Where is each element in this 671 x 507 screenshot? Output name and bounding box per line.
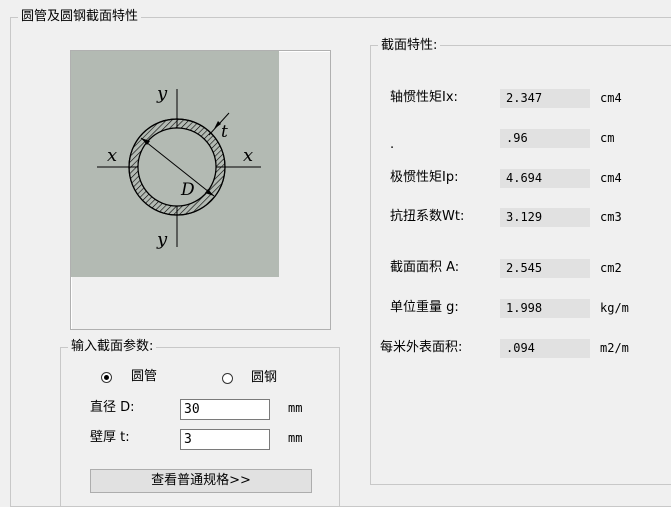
radio-tube[interactable] [101, 372, 112, 383]
property-label-radius: . [390, 137, 395, 152]
property-label-wt: 抗扭系数Wt: [390, 209, 465, 224]
diameter-unit: mm [288, 401, 303, 415]
thickness-label: 壁厚 t: [90, 430, 130, 445]
diameter-label: D [180, 180, 195, 200]
property-unit-wt: cm3 [600, 210, 622, 224]
y-bottom-label: y [156, 229, 168, 250]
thickness-unit: mm [288, 431, 303, 445]
property-value-area: 2.545 [500, 259, 590, 278]
property-value-weight: 1.998 [500, 299, 590, 318]
property-value-ix: 2.347 [500, 89, 590, 108]
property-unit-surface: m2/m [600, 341, 629, 355]
property-label-surface: 每米外表面积: [380, 340, 463, 355]
x-left-label: x [107, 145, 117, 166]
property-label-ix: 轴惯性矩Ix: [390, 90, 458, 105]
property-unit-weight: kg/m [600, 301, 629, 315]
y-top-label: y [156, 83, 168, 104]
view-spec-button[interactable]: 查看普通规格>> [90, 469, 312, 493]
figure-frame: y y x x t D [70, 50, 331, 330]
property-unit-radius: cm [600, 131, 615, 145]
property-value-radius: .96 [500, 129, 590, 148]
main-group-title: 圆管及圆钢截面特性 [18, 9, 142, 25]
property-value-wt: 3.129 [500, 208, 590, 227]
property-unit-ip: cm4 [600, 171, 622, 185]
property-value-surface: .094 [500, 339, 590, 358]
radio-bar[interactable] [222, 373, 233, 384]
property-unit-area: cm2 [600, 261, 622, 275]
property-label-weight: 单位重量 g: [390, 300, 459, 315]
property-value-ip: 4.694 [500, 169, 590, 188]
thickness-label: t [221, 122, 228, 142]
tube-section-diagram: y y x x t D [97, 83, 261, 250]
input-group-title: 输入截面参数: [68, 339, 157, 355]
properties-group-title: 截面特性: [378, 38, 441, 54]
property-unit-ix: cm4 [600, 91, 622, 105]
thickness-input[interactable]: 3 [180, 429, 270, 450]
property-label-area: 截面面积 A: [390, 260, 460, 275]
radio-bar-label[interactable]: 圆钢 [251, 370, 277, 386]
diameter-label: 直径 D: [90, 400, 135, 415]
radio-tube-label[interactable]: 圆管 [131, 369, 157, 385]
figure-background: y y x x t D [71, 51, 279, 277]
diameter-input[interactable]: 30 [180, 399, 270, 420]
property-label-ip: 极惯性矩Ip: [390, 170, 459, 185]
x-right-label: x [243, 145, 253, 166]
